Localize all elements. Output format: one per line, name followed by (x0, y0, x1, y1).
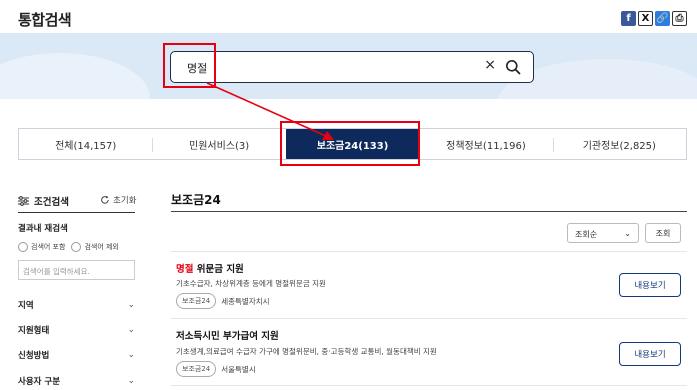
result-title-highlight: 명절 (176, 264, 194, 275)
refine-options: 검색어 포함 검색어 제외 (18, 242, 119, 252)
section-title: 보조금24 (171, 193, 221, 207)
radio-include-label: 검색어 포함 (31, 243, 66, 251)
tab-civil-services[interactable]: 민원서비스(3) (152, 129, 285, 159)
facet-user-type[interactable]: 사용자 구분 ⌄ (18, 375, 135, 387)
facebook-icon[interactable]: f (621, 11, 636, 26)
result-title[interactable]: 명절 위문금 지원 (176, 261, 244, 275)
result-description: 기초수급자, 차상위계층 등에게 명절위문금 지원 (176, 279, 326, 288)
category-tag: 보조금24 (176, 293, 217, 309)
facet-region[interactable]: 지역 ⌄ (18, 299, 135, 311)
share-toolbar: f X 🔗 ⎙ (621, 11, 687, 26)
page-title: 통합검색 (18, 11, 72, 29)
result-title-text: 위문금 지원 (193, 264, 244, 275)
tab-subsidy24[interactable]: 보조금24(133) (285, 129, 420, 159)
list-divider (171, 385, 687, 386)
chevron-down-icon: ⌄ (127, 376, 135, 386)
facet-support-type-label: 지원형태 (18, 326, 50, 336)
sort-select[interactable]: 조회순 ⌄ (567, 223, 639, 243)
list-divider (171, 318, 687, 319)
result-meta: 보조금24 서울특별시 (176, 361, 256, 377)
result-title-text: 저소득시민 부가급여 지원 (176, 331, 279, 342)
refine-search-input[interactable]: 검색어를 입력하세요. (18, 260, 135, 280)
sidebar-divider (18, 212, 135, 213)
chevron-down-icon: ⌄ (127, 300, 135, 310)
view-details-button[interactable]: 내용보기 (619, 273, 681, 297)
agency-name: 세종특별자치시 (221, 296, 270, 306)
chevron-down-icon: ⌄ (127, 325, 135, 335)
x-twitter-icon[interactable]: X (638, 11, 653, 26)
tab-policy-info[interactable]: 정책정보(11,196) (419, 129, 552, 159)
radio-exclude-label: 검색어 제외 (84, 243, 119, 251)
category-tag: 보조금24 (176, 361, 217, 377)
sort-selected-label: 조회순 (575, 230, 598, 239)
refine-search-heading: 결과내 재검색 (18, 224, 68, 234)
view-details-button[interactable]: 내용보기 (619, 342, 681, 366)
radio-include-circle[interactable] (18, 242, 28, 252)
result-meta: 보조금24 세종특별자치시 (176, 293, 270, 309)
facet-support-type[interactable]: 지원형태 ⌄ (18, 324, 135, 336)
list-divider (171, 251, 687, 252)
reset-label: 초기화 (113, 196, 137, 206)
facet-user-type-label: 사용자 구분 (18, 377, 61, 387)
radio-include[interactable]: 검색어 포함 (18, 242, 65, 252)
facet-application-method[interactable]: 신청방법 ⌄ (18, 349, 135, 361)
category-tabs: 전체(14,157) 민원서비스(3) 보조금24(133) 정책정보(11,1… (18, 128, 687, 160)
refresh-icon (101, 195, 109, 204)
facet-region-label: 지역 (18, 301, 34, 311)
filter-heading-label: 조건검색 (34, 197, 69, 208)
facet-application-method-label: 신청방법 (18, 351, 50, 361)
sort-apply-button[interactable]: 조회 (645, 223, 681, 243)
print-icon[interactable]: ⎙ (672, 11, 687, 26)
tab-agency-info[interactable]: 기관정보(2,825) (552, 129, 686, 159)
search-icon[interactable] (505, 59, 521, 75)
link-icon[interactable]: 🔗 (655, 11, 670, 26)
chevron-down-icon: ⌄ (127, 350, 135, 360)
chevron-down-icon: ⌄ (624, 229, 631, 238)
result-title[interactable]: 저소득시민 부가급여 지원 (176, 328, 279, 342)
tab-all[interactable]: 전체(14,157) (19, 129, 152, 159)
filter-heading: 조건검색 (18, 194, 69, 208)
filter-sliders-icon (18, 196, 29, 206)
reset-button[interactable]: 초기화 (100, 194, 136, 206)
clear-icon[interactable]: × (484, 57, 496, 73)
search-query-text[interactable]: 명절 (187, 60, 207, 76)
search-input[interactable]: 명절 × (170, 51, 534, 83)
agency-name: 서울특별시 (221, 364, 256, 374)
radio-exclude-circle[interactable] (71, 242, 82, 252)
radio-exclude[interactable]: 검색어 제외 (71, 242, 119, 252)
result-description: 기초생계,의료급여 수급자 가구에 명절위문비, 중·고등학생 교통비, 월동대… (176, 347, 437, 356)
section-divider (171, 211, 687, 212)
